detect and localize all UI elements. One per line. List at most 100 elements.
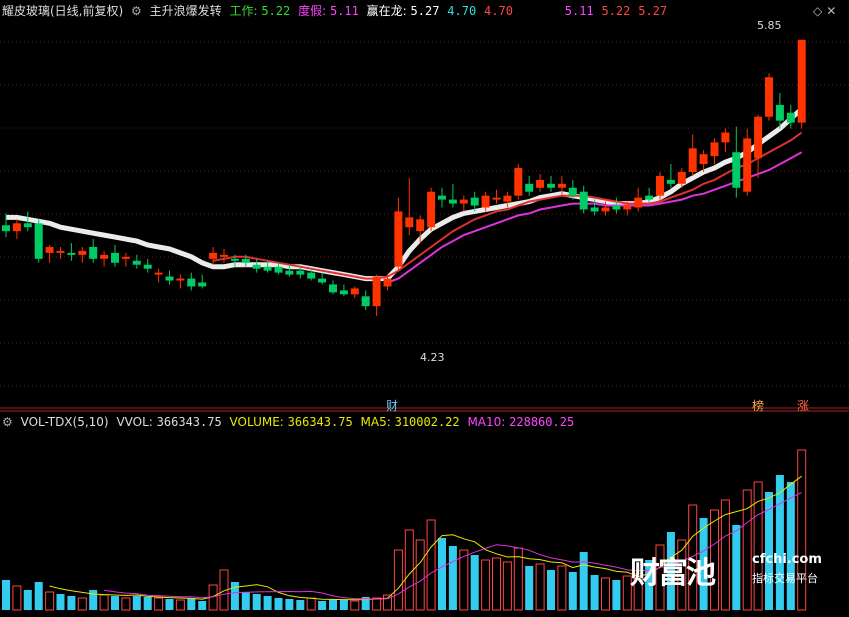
candle-body: [721, 132, 730, 143]
volume-bar: [339, 600, 348, 610]
bang-marker[interactable]: 榜: [752, 396, 764, 416]
volume-bar: [612, 580, 621, 610]
candle-body: [405, 217, 414, 228]
candle-body: [775, 104, 784, 121]
candle-body: [2, 225, 10, 232]
volume-bar: [350, 600, 360, 611]
volume-bar: [175, 599, 185, 611]
volume-bar: [372, 597, 382, 611]
gongzuo-value: 5.22: [261, 4, 291, 18]
volume-bar: [306, 597, 316, 611]
volume-bar: [426, 519, 436, 611]
candle-body: [89, 246, 98, 259]
volume-bar: [601, 577, 610, 611]
candle-body: [252, 264, 261, 269]
duyi-value: 5.11: [329, 4, 359, 18]
candle-body: [666, 179, 675, 184]
candle-body: [12, 223, 21, 232]
indicator-name[interactable]: 主升浪爆发转: [150, 4, 222, 18]
volume-bar: [154, 597, 164, 611]
candle-body: [579, 191, 588, 210]
candle-body: [318, 278, 327, 283]
volume-bar: [568, 572, 577, 610]
chart-svg: [0, 39, 849, 611]
volume-bar: [12, 585, 22, 611]
volume-bar: [45, 591, 55, 611]
candle-body: [176, 278, 185, 281]
candle-body: [677, 171, 686, 184]
volume-value: 366343.75: [287, 415, 353, 429]
ma5-value: 310002.22: [394, 415, 460, 429]
candle-body: [590, 207, 599, 212]
ma10-value: 228860.25: [509, 415, 575, 429]
volume-bar: [404, 529, 414, 611]
settings-icon[interactable]: ⚙: [131, 4, 142, 18]
volume-bar: [143, 597, 152, 610]
volume-bar: [23, 590, 32, 610]
stock-name[interactable]: 耀皮玻璃(日线,前复权): [2, 4, 123, 18]
volume-bar: [590, 575, 599, 610]
zhang-marker[interactable]: 涨: [797, 396, 809, 416]
candle-body: [296, 270, 305, 275]
diamond-icon[interactable]: ◇: [813, 4, 822, 18]
low-price-label: 4.23: [420, 351, 445, 364]
vol-settings-icon[interactable]: ⚙: [2, 415, 13, 429]
watermark-tagline: 指标交易平台: [752, 572, 818, 585]
volume-bar: [415, 539, 425, 611]
candle-body: [67, 252, 76, 255]
candle-body: [274, 266, 283, 273]
gongzuo-label: 工作:: [229, 4, 258, 18]
candle-body: [23, 223, 32, 228]
extra-value-2: 5.22: [601, 4, 631, 18]
candle-body: [438, 195, 446, 200]
candle-body: [699, 154, 708, 165]
candle-body: [56, 250, 65, 253]
candle-body: [557, 183, 566, 188]
candle-body: [350, 288, 359, 295]
volume-bar: [438, 538, 446, 610]
candle-body: [623, 205, 632, 210]
candle-body: [416, 219, 425, 232]
candle-body: [198, 282, 207, 287]
volume-bar: [274, 598, 283, 610]
close-icon[interactable]: ✕: [826, 4, 836, 18]
candle-body: [547, 183, 555, 188]
volume-bar: [89, 590, 98, 610]
volume-bar: [393, 549, 403, 611]
candle-body: [797, 39, 806, 123]
candle-body: [492, 197, 501, 200]
duyi-label: 度假:: [298, 4, 327, 18]
cai-marker[interactable]: 财: [386, 396, 398, 416]
ma10-label: MA10:: [467, 415, 506, 429]
candle-body: [481, 195, 490, 208]
candle-body: [339, 290, 348, 295]
main-header: 耀皮玻璃(日线,前复权) ⚙ 主升浪爆发转 工作: 5.22 度假: 5.11 …: [2, 1, 671, 21]
candle-body: [710, 142, 719, 157]
volume-bar: [67, 596, 76, 610]
candle-body: [307, 272, 316, 279]
candle-body: [536, 179, 545, 188]
vol-header: ⚙ VOL-TDX(5,10) VVOL: 366343.75 VOLUME: …: [2, 412, 578, 432]
yingzailong-value-1: 5.27: [410, 4, 440, 18]
candle-body: [34, 223, 43, 259]
volume-bar: [132, 596, 141, 610]
candle-body: [459, 199, 468, 204]
watermark-site: cfchi.com: [752, 552, 822, 567]
volume-bar: [263, 596, 272, 610]
candle-body: [45, 246, 54, 253]
volume-bar: [187, 598, 196, 610]
volume-bar: [470, 555, 479, 610]
candle-body: [143, 264, 152, 269]
volume-bar: [535, 563, 545, 611]
candle-body: [427, 191, 436, 228]
candle-body: [165, 276, 174, 281]
yingzailong-value-3: 4.70: [484, 4, 513, 18]
volume-bar: [492, 557, 501, 611]
candle-body: [154, 272, 163, 275]
candle-body: [732, 152, 741, 188]
vol-indicator-name[interactable]: VOL-TDX(5,10): [21, 415, 109, 429]
volume-bar: [296, 600, 305, 610]
volume-bar: [56, 594, 65, 610]
ma5-label: MA5:: [360, 415, 391, 429]
candle-body: [470, 197, 479, 206]
